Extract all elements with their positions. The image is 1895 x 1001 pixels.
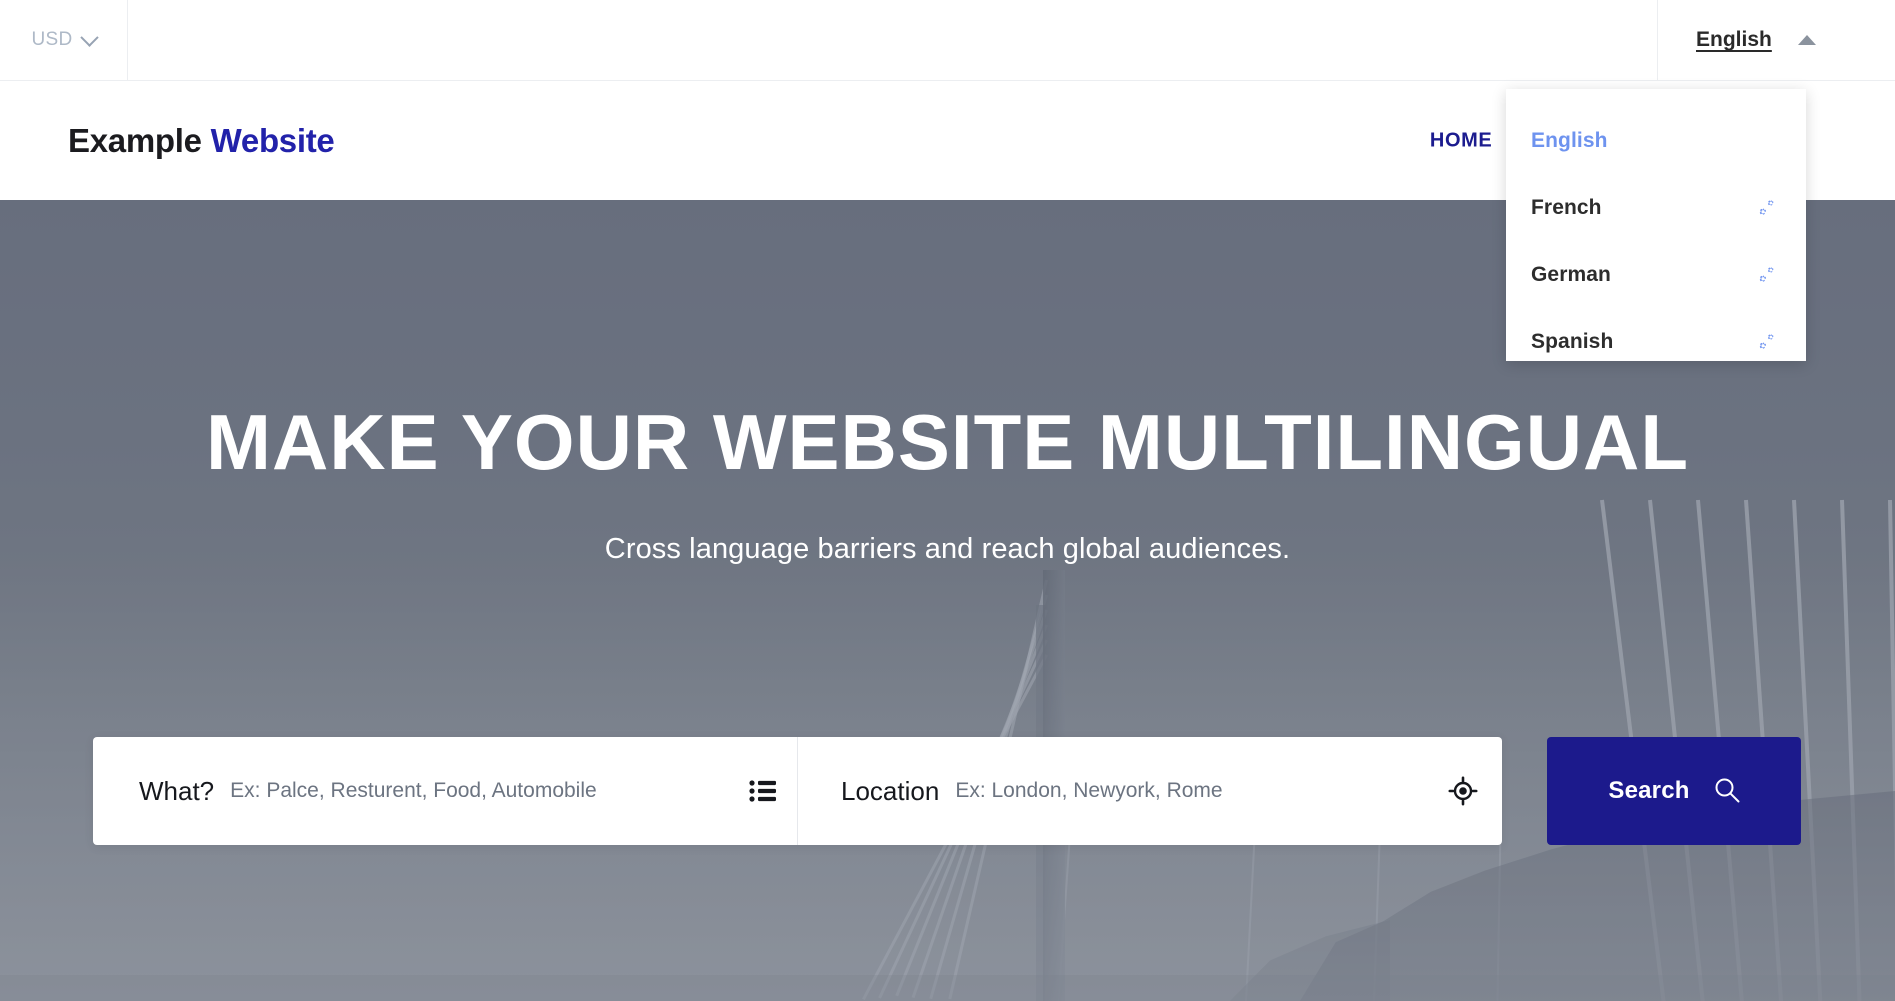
site-logo[interactable]: Example Website [68, 121, 335, 160]
language-option-english[interactable]: English [1506, 107, 1806, 174]
language-option-german[interactable]: German [1506, 241, 1806, 308]
hero-title: MAKE YOUR WEBSITE MULTILINGUAL [205, 398, 1690, 486]
hero-subtitle: Cross language barriers and reach global… [604, 533, 1291, 565]
language-option-label: English [1531, 128, 1608, 152]
search-icon [1714, 777, 1740, 806]
list-icon[interactable] [749, 779, 777, 803]
search-button[interactable]: Search [1547, 737, 1801, 845]
language-option-label: German [1531, 262, 1611, 286]
gears-icon [1756, 331, 1778, 353]
logo-text-primary: Example [68, 121, 202, 159]
search-button-label: Search [1608, 777, 1690, 804]
hero-search-bar: What? Location [93, 737, 1801, 845]
chevron-down-icon [79, 27, 99, 47]
language-dropdown-menu: English French German Spanish [1506, 89, 1806, 361]
language-selector-container: English [1657, 0, 1895, 80]
currency-selector-container: USD [0, 0, 128, 80]
what-field-label: What? [139, 775, 215, 806]
currency-selector[interactable]: USD [31, 27, 99, 51]
gears-icon [1756, 264, 1778, 286]
search-field-what: What? [93, 737, 797, 845]
search-field-location: Location [797, 737, 1502, 845]
language-option-french[interactable]: French [1506, 174, 1806, 241]
language-toggle-label: English [1696, 28, 1772, 51]
search-location-input[interactable] [955, 779, 1434, 803]
logo-text-accent: Website [210, 121, 335, 159]
current-location-icon[interactable] [1448, 776, 1478, 806]
top-utility-bar: USD English [0, 0, 1895, 81]
location-field-label: Location [841, 775, 940, 806]
page-root: USD English ExampleWebsite HOME HOW [0, 0, 1895, 1001]
language-option-spanish[interactable]: Spanish [1506, 308, 1806, 375]
currency-label: USD [31, 29, 73, 50]
gears-icon [1756, 197, 1778, 219]
language-option-label: Spanish [1531, 329, 1614, 353]
language-toggle[interactable]: English [1696, 28, 1816, 52]
caret-up-icon [1797, 35, 1816, 45]
search-fields-group: What? Location [93, 737, 1502, 845]
search-what-input[interactable] [230, 779, 735, 803]
nav-item-home[interactable]: HOME [1430, 129, 1492, 152]
language-option-label: French [1531, 195, 1602, 219]
